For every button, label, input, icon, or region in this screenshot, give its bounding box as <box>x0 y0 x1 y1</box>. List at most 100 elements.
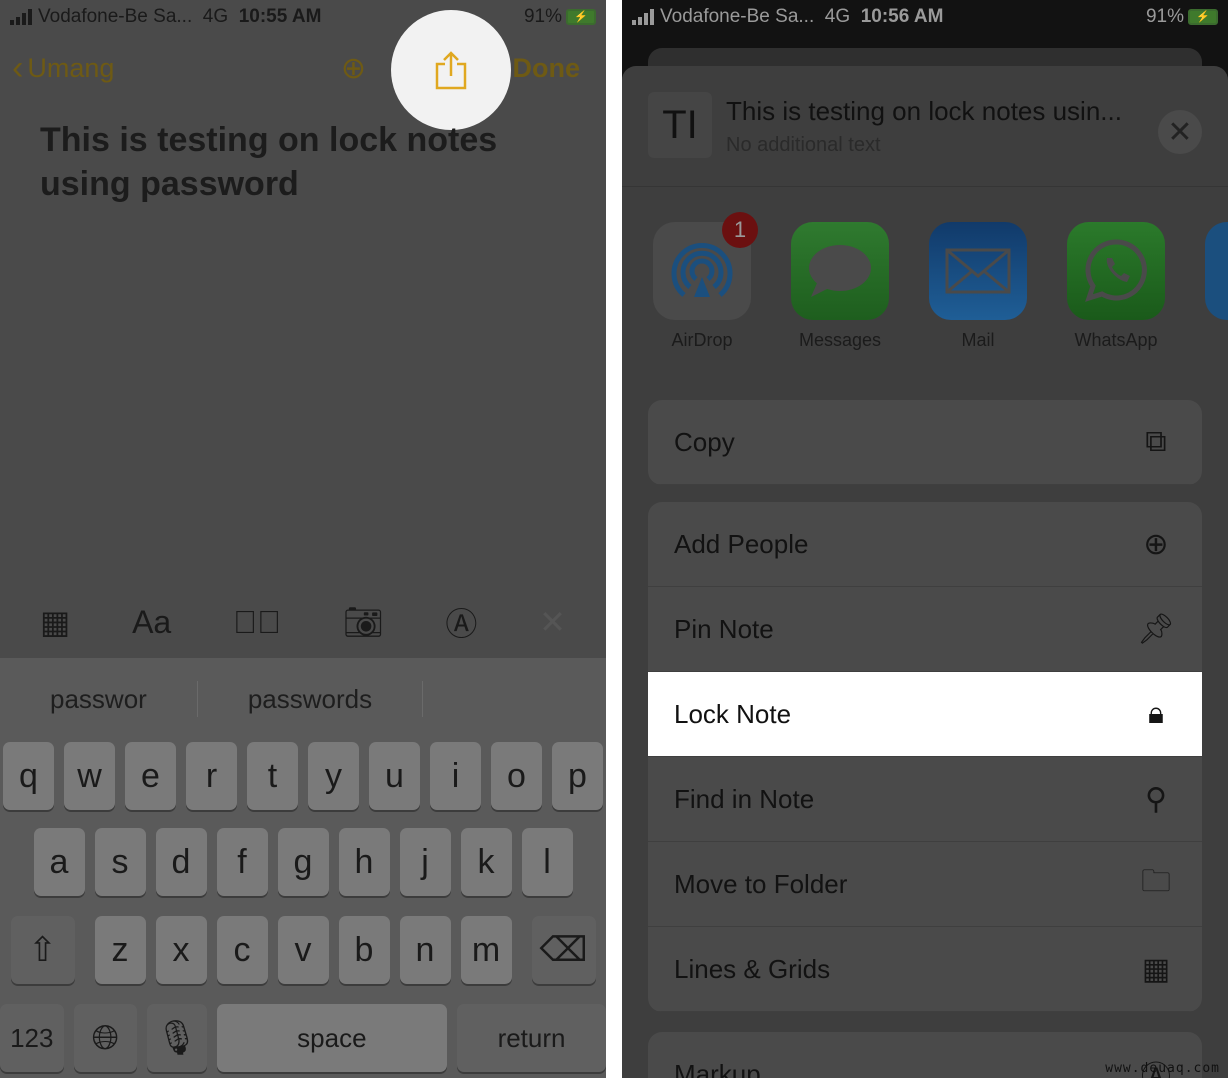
text-style-button[interactable]: Aa <box>132 604 171 641</box>
table-icon[interactable]: ▦ <box>40 603 70 641</box>
chevron-left-icon: ‹ <box>12 48 24 87</box>
app-messages[interactable]: Messages <box>786 222 894 351</box>
app-label: AirDrop <box>671 330 733 350</box>
key[interactable]: i <box>430 742 481 810</box>
whatsapp-icon <box>1067 222 1165 320</box>
suggestion-bar: passwor passwords <box>0 658 606 740</box>
action-find-in-note[interactable]: Find in Note ⚲ <box>648 757 1202 842</box>
app-airdrop[interactable]: 1 AirDrop <box>648 212 758 351</box>
back-label: Umang <box>27 52 115 83</box>
back-button[interactable]: ‹ Umang <box>12 49 114 88</box>
app-row: 1 AirDrop Messages Mail WhatsApp T <box>648 212 1228 351</box>
share-button[interactable] <box>391 10 511 130</box>
key[interactable]: l <box>521 828 573 896</box>
key[interactable]: y <box>308 742 359 810</box>
network: 4G <box>824 6 851 27</box>
app-mail[interactable]: Mail <box>924 222 1032 351</box>
key[interactable]: f <box>216 828 268 896</box>
key[interactable]: k <box>460 828 512 896</box>
battery-icon: ⚡ <box>566 9 596 25</box>
note-title[interactable]: This is testing on lock notes using pass… <box>40 118 560 206</box>
done-button[interactable]: Done <box>513 53 581 84</box>
twitter-icon <box>1205 222 1228 320</box>
key[interactable]: g <box>277 828 329 896</box>
format-toolbar: ▦ Aa ✓⃝ 📷︎ Ⓐ ✕ <box>40 600 566 644</box>
key[interactable]: x <box>155 916 207 984</box>
key[interactable]: h <box>338 828 390 896</box>
key[interactable]: t <box>247 742 298 810</box>
app-label: WhatsApp <box>1074 330 1158 350</box>
key[interactable]: z <box>94 916 146 984</box>
share-sheet-screen: Vodafone-Be Sa... 4G 10:56 AM 91% ⚡ TI Th… <box>622 0 1228 1078</box>
close-icon[interactable]: ✕ <box>539 603 566 641</box>
suggestion[interactable]: passwor <box>0 684 197 715</box>
battery-percent: 91% <box>1145 6 1184 27</box>
key[interactable]: m <box>460 916 512 984</box>
watermark: www.deuaq.com <box>1105 1061 1220 1076</box>
pin-icon: 📌︎ <box>1136 612 1176 646</box>
key[interactable]: v <box>277 916 329 984</box>
action-label: Move to Folder <box>674 868 848 899</box>
close-icon: ✕ <box>1167 115 1193 149</box>
markup-icon[interactable]: Ⓐ <box>445 599 477 645</box>
microphone-key[interactable]: 🎙︎ <box>147 1004 207 1072</box>
action-label: Markup <box>674 1058 761 1078</box>
return-key[interactable]: return <box>457 1004 606 1072</box>
time: 10:56 AM <box>860 6 944 27</box>
signal-icon <box>10 9 32 25</box>
action-pin-note[interactable]: Pin Note 📌︎ <box>648 587 1202 672</box>
share-sheet: TI This is testing on lock notes usin...… <box>622 66 1228 1078</box>
action-label: Find in Note <box>674 783 815 814</box>
checklist-icon[interactable]: ✓⃝ <box>233 604 281 641</box>
app-whatsapp[interactable]: WhatsApp <box>1062 222 1170 351</box>
key[interactable]: b <box>338 916 390 984</box>
action-lines-grids[interactable]: Lines & Grids ▦ <box>648 927 1202 1012</box>
key[interactable]: q <box>3 742 54 810</box>
key[interactable]: u <box>369 742 420 810</box>
key[interactable]: p <box>552 742 603 810</box>
space-key[interactable]: space <box>216 1004 448 1072</box>
globe-icon: 🌐︎ <box>91 1018 119 1057</box>
keyboard: passwor passwords qwertyuiop asdfghjkl ⇧… <box>0 658 606 1078</box>
action-label: Lines & Grids <box>674 953 831 984</box>
numbers-key[interactable]: 123 <box>0 1004 64 1072</box>
add-person-icon: ⊕ <box>1143 527 1169 561</box>
shift-icon: ⇧ <box>28 931 57 969</box>
key[interactable]: e <box>125 742 176 810</box>
action-lock-note[interactable]: Lock Note 🔒︎ <box>648 672 1202 757</box>
share-header: TI This is testing on lock notes usin...… <box>648 90 1202 160</box>
text-icon: TI <box>648 92 712 158</box>
delete-key[interactable]: ⌫ <box>531 916 596 984</box>
key[interactable]: d <box>155 828 207 896</box>
carrier: Vodafone-Be Sa... <box>660 6 815 27</box>
camera-icon[interactable]: 📷︎ <box>343 603 384 641</box>
action-copy[interactable]: Copy ⧉ <box>648 400 1202 485</box>
key[interactable]: a <box>33 828 85 896</box>
app-twitter[interactable]: T <box>1200 222 1228 351</box>
key[interactable]: j <box>399 828 451 896</box>
shift-key[interactable]: ⇧ <box>10 916 75 984</box>
lock-icon: 🔒︎ <box>1148 697 1164 730</box>
action-move-to-folder[interactable]: Move to Folder 🗀 <box>648 842 1202 927</box>
signal-icon <box>632 9 654 25</box>
key[interactable]: n <box>399 916 451 984</box>
key[interactable]: w <box>64 742 115 810</box>
action-group: Copy ⧉ <box>648 400 1202 485</box>
add-people-icon[interactable]: ⊕ <box>341 51 366 86</box>
action-add-people[interactable]: Add People ⊕ <box>648 502 1202 587</box>
divider <box>622 186 1228 187</box>
key[interactable]: c <box>216 916 268 984</box>
suggestion[interactable]: passwords <box>198 684 422 715</box>
mail-icon <box>929 222 1027 320</box>
action-label: Lock Note <box>674 698 792 729</box>
messages-icon <box>791 222 889 320</box>
globe-key[interactable]: 🌐︎ <box>73 1004 138 1072</box>
key[interactable]: r <box>186 742 237 810</box>
action-label: Add People <box>674 528 809 559</box>
search-icon: ⚲ <box>1145 782 1167 816</box>
carrier: Vodafone-Be Sa... <box>38 6 193 27</box>
key[interactable]: o <box>491 742 542 810</box>
status-bar: Vodafone-Be Sa... 4G 10:55 AM 91% ⚡ <box>10 4 596 30</box>
key[interactable]: s <box>94 828 146 896</box>
close-button[interactable]: ✕ <box>1158 110 1202 154</box>
